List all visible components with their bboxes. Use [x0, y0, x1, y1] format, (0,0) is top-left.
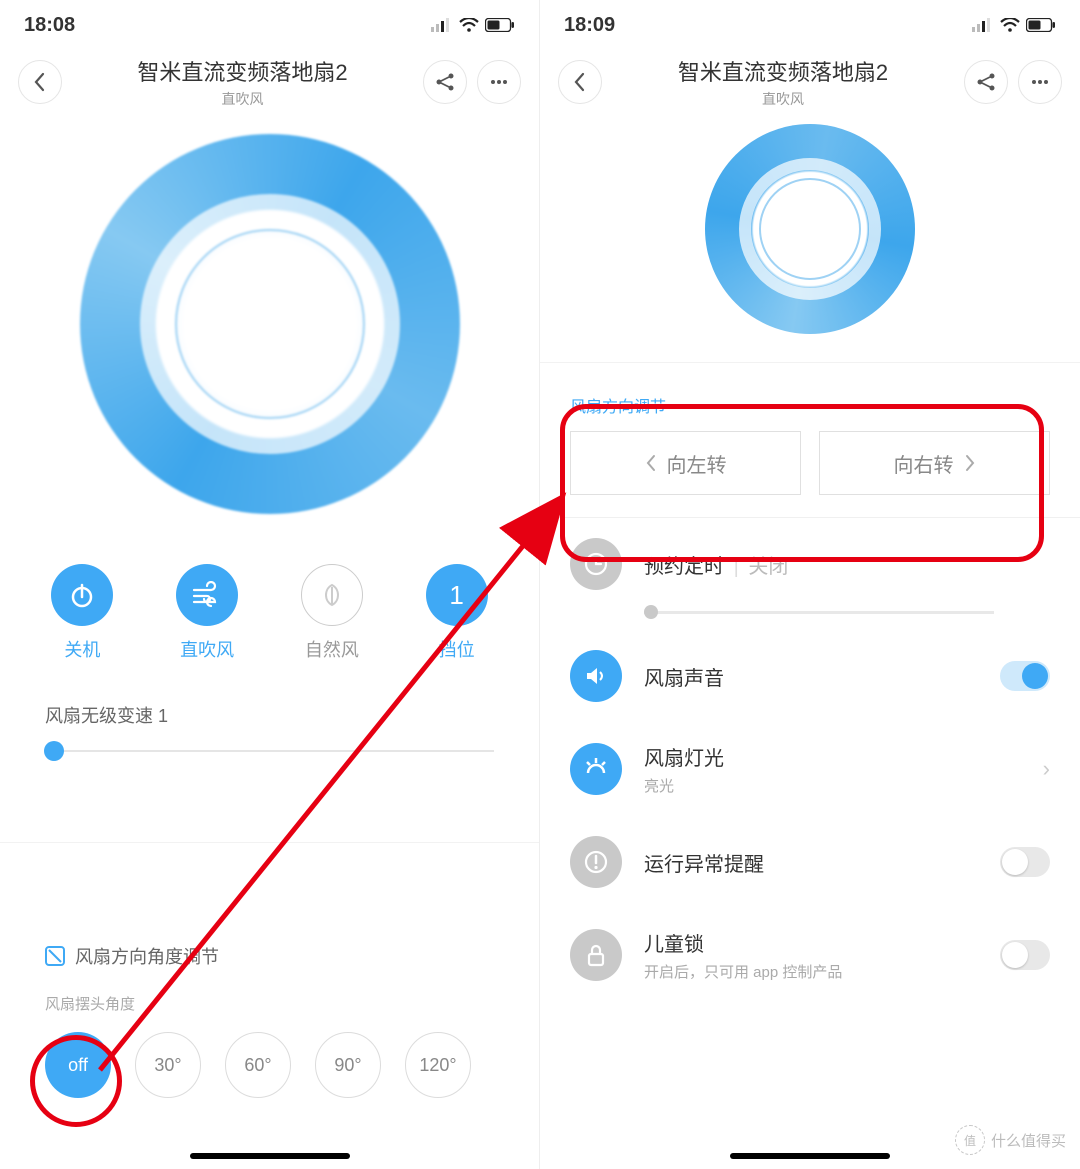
- app-header: 智米直流变频落地扇2 直吹风: [0, 50, 539, 114]
- fan-visualization: [0, 134, 539, 514]
- leaf-icon: [318, 581, 346, 609]
- status-time: 18:08: [24, 14, 75, 37]
- angle-off[interactable]: off: [45, 1032, 111, 1098]
- turn-left-button[interactable]: 向左转: [570, 431, 801, 495]
- phone-right-screen: 18:09 智米直流变频落地扇2 直吹风 风扇方向调节: [540, 0, 1080, 1169]
- swing-angle-subtitle: 风扇摆头角度: [45, 993, 494, 1014]
- battery-icon: [485, 18, 515, 32]
- item-warn[interactable]: 运行异常提醒: [540, 816, 1080, 908]
- home-indicator[interactable]: [190, 1153, 350, 1159]
- direction-buttons: 向左转 向右转: [540, 417, 1080, 517]
- speed-slider[interactable]: [45, 750, 494, 752]
- gear-number: 1: [426, 564, 488, 626]
- watermark-icon: 值: [955, 1125, 985, 1155]
- app-header: 智米直流变频落地扇2 直吹风: [540, 50, 1080, 114]
- angle-90[interactable]: 90°: [315, 1032, 381, 1098]
- mode-natural-wind[interactable]: 自然风: [301, 564, 363, 662]
- timer-status: 关闭: [748, 556, 788, 578]
- page-title: 智米直流变频落地扇2: [62, 55, 423, 87]
- light-title: 风扇灯光: [644, 742, 1021, 771]
- status-time: 18:09: [564, 14, 615, 37]
- swing-angle-title-row: 风扇方向角度调节: [45, 943, 494, 969]
- mode-label: 关机: [51, 636, 113, 662]
- light-icon: [570, 743, 622, 795]
- lock-title: 儿童锁: [644, 928, 978, 957]
- item-light[interactable]: 风扇灯光 亮光 ›: [540, 722, 1080, 816]
- home-indicator[interactable]: [730, 1153, 890, 1159]
- turn-left-label: 向左转: [667, 449, 727, 478]
- mode-label: 直吹风: [176, 636, 238, 662]
- chevron-left-icon: [645, 454, 657, 472]
- back-button[interactable]: [558, 60, 602, 104]
- lock-icon: [570, 929, 622, 981]
- watermark: 值 什么值得买: [955, 1125, 1066, 1155]
- item-sound[interactable]: 风扇声音: [540, 630, 1080, 722]
- warn-toggle[interactable]: [1000, 847, 1050, 877]
- warn-title: 运行异常提醒: [644, 848, 978, 877]
- divider: [540, 362, 1080, 363]
- signal-icon: [431, 18, 453, 32]
- page-subtitle: 直吹风: [62, 89, 423, 109]
- share-button[interactable]: [964, 60, 1008, 104]
- more-icon: [1030, 72, 1050, 92]
- status-bar: 18:09: [540, 0, 1080, 50]
- wifi-icon: [1000, 18, 1020, 32]
- back-button[interactable]: [18, 60, 62, 104]
- alert-icon: [570, 836, 622, 888]
- signal-icon: [972, 18, 994, 32]
- angle-30[interactable]: 30°: [135, 1032, 201, 1098]
- light-sub: 亮光: [644, 775, 1021, 796]
- power-icon: [68, 581, 96, 609]
- mode-controls: 关机 直吹风 自然风 1 挡位: [0, 564, 539, 662]
- phone-left-screen: 18:08 智米直流变频落地扇2 直吹风 关机: [0, 0, 540, 1169]
- share-icon: [435, 72, 455, 92]
- direction-section-label: 风扇方向调节: [540, 393, 1080, 417]
- more-icon: [489, 72, 509, 92]
- mode-label: 自然风: [301, 636, 363, 662]
- sound-icon: [570, 650, 622, 702]
- status-icons: [431, 18, 515, 32]
- mode-direct-wind[interactable]: 直吹风: [176, 564, 238, 662]
- fan-visualization: [540, 124, 1080, 334]
- watermark-text: 什么值得买: [991, 1130, 1066, 1151]
- adjust-icon: [45, 946, 65, 966]
- mode-power[interactable]: 关机: [51, 564, 113, 662]
- divider: [0, 842, 539, 843]
- slider-thumb[interactable]: [44, 741, 64, 761]
- turn-right-label: 向右转: [894, 449, 954, 478]
- mode-label: 挡位: [426, 636, 488, 662]
- clock-icon: [570, 538, 622, 590]
- chevron-right-icon: ›: [1043, 756, 1050, 782]
- mode-gear[interactable]: 1 挡位: [426, 564, 488, 662]
- swing-angle-section: 风扇方向角度调节 风扇摆头角度 off 30° 60° 90° 120°: [0, 943, 539, 1098]
- item-child-lock[interactable]: 儿童锁 开启后，只可用 app 控制产品: [540, 908, 1080, 1002]
- swing-angle-title: 风扇方向角度调节: [75, 943, 219, 969]
- share-button[interactable]: [423, 60, 467, 104]
- angle-options: off 30° 60° 90° 120°: [45, 1032, 494, 1098]
- more-button[interactable]: [1018, 60, 1062, 104]
- wifi-icon: [459, 18, 479, 32]
- timer-slider[interactable]: [644, 611, 994, 614]
- share-icon: [976, 72, 996, 92]
- page-subtitle: 直吹风: [602, 89, 964, 109]
- turn-right-button[interactable]: 向右转: [819, 431, 1050, 495]
- speed-slider-label: 风扇无级变速 1: [45, 702, 494, 728]
- status-icons: [972, 18, 1056, 32]
- page-title: 智米直流变频落地扇2: [602, 55, 964, 87]
- speed-slider-section: 风扇无级变速 1: [0, 662, 539, 752]
- sound-toggle[interactable]: [1000, 661, 1050, 691]
- lock-sub: 开启后，只可用 app 控制产品: [644, 961, 978, 982]
- status-bar: 18:08: [0, 0, 539, 50]
- chevron-right-icon: [964, 454, 976, 472]
- angle-60[interactable]: 60°: [225, 1032, 291, 1098]
- timer-title: 预约定时: [644, 556, 724, 578]
- lock-toggle[interactable]: [1000, 940, 1050, 970]
- wind-icon: [191, 581, 223, 609]
- item-timer[interactable]: 预约定时 | 关闭: [540, 518, 1080, 630]
- angle-120[interactable]: 120°: [405, 1032, 471, 1098]
- battery-icon: [1026, 18, 1056, 32]
- more-button[interactable]: [477, 60, 521, 104]
- sound-title: 风扇声音: [644, 662, 978, 691]
- settings-list: 预约定时 | 关闭 风扇声音 风扇灯光 亮光 ›: [540, 517, 1080, 1002]
